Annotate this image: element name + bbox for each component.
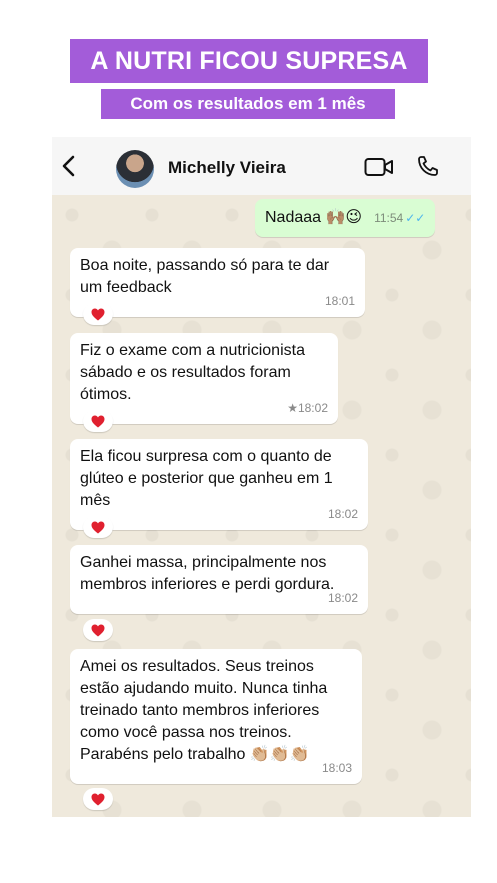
message-text: Amei os resultados. Seus treinos estão a…: [80, 658, 328, 763]
message-time: 18:02: [327, 507, 358, 521]
phone-call-icon[interactable]: [416, 154, 440, 178]
heart-reaction[interactable]: [83, 303, 113, 325]
read-ticks-icon: ✓✓: [405, 211, 426, 225]
incoming-message[interactable]: Fiz o exame com a nutricionista sábado e…: [70, 333, 338, 424]
heart-icon: [91, 624, 105, 636]
incoming-message[interactable]: Amei os resultados. Seus treinos estão a…: [70, 649, 362, 784]
message-time: 11:54: [374, 211, 404, 225]
incoming-message[interactable]: Ganhei massa, principalmente nos membros…: [70, 545, 368, 614]
heart-reaction[interactable]: [83, 516, 113, 538]
banner-headline: A NUTRI FICOU SUPRESA: [70, 39, 428, 83]
heart-icon: [91, 793, 105, 805]
message-time: 18:02: [327, 591, 358, 605]
avatar[interactable]: [116, 150, 154, 188]
banner-subheadline: Com os resultados em 1 mês: [101, 89, 395, 119]
message-time: ★18:02: [287, 401, 328, 415]
heart-icon: [91, 308, 105, 320]
heart-reaction[interactable]: [83, 788, 113, 810]
video-call-icon[interactable]: [364, 157, 394, 177]
chat-screen: Michelly Vieira Nadaaa 🙌🏽😉 11:54 ✓✓ Boa no…: [52, 137, 471, 817]
heart-reaction[interactable]: [83, 619, 113, 641]
message-time: 18:01: [324, 294, 355, 308]
outgoing-message[interactable]: Nadaaa 🙌🏽😉 11:54 ✓✓: [255, 199, 436, 237]
incoming-message[interactable]: Ela ficou surpresa com o quanto de glúte…: [70, 439, 368, 530]
message-time: 18:03: [321, 761, 352, 775]
message-text: Nadaaa 🙌🏽😉: [265, 209, 363, 226]
heart-icon: [91, 521, 105, 533]
incoming-message[interactable]: Boa noite, passando só para te dar um fe…: [70, 248, 365, 317]
heart-reaction[interactable]: [83, 410, 113, 432]
heart-icon: [91, 415, 105, 427]
message-text: Ganhei massa, principalmente nos membros…: [80, 554, 335, 593]
message-text: Boa noite, passando só para te dar um fe…: [80, 257, 330, 296]
chat-header: Michelly Vieira: [52, 137, 471, 196]
back-arrow-icon[interactable]: [60, 155, 78, 177]
message-text: Ela ficou surpresa com o quanto de glúte…: [80, 448, 333, 509]
contact-name[interactable]: Michelly Vieira: [168, 158, 286, 178]
